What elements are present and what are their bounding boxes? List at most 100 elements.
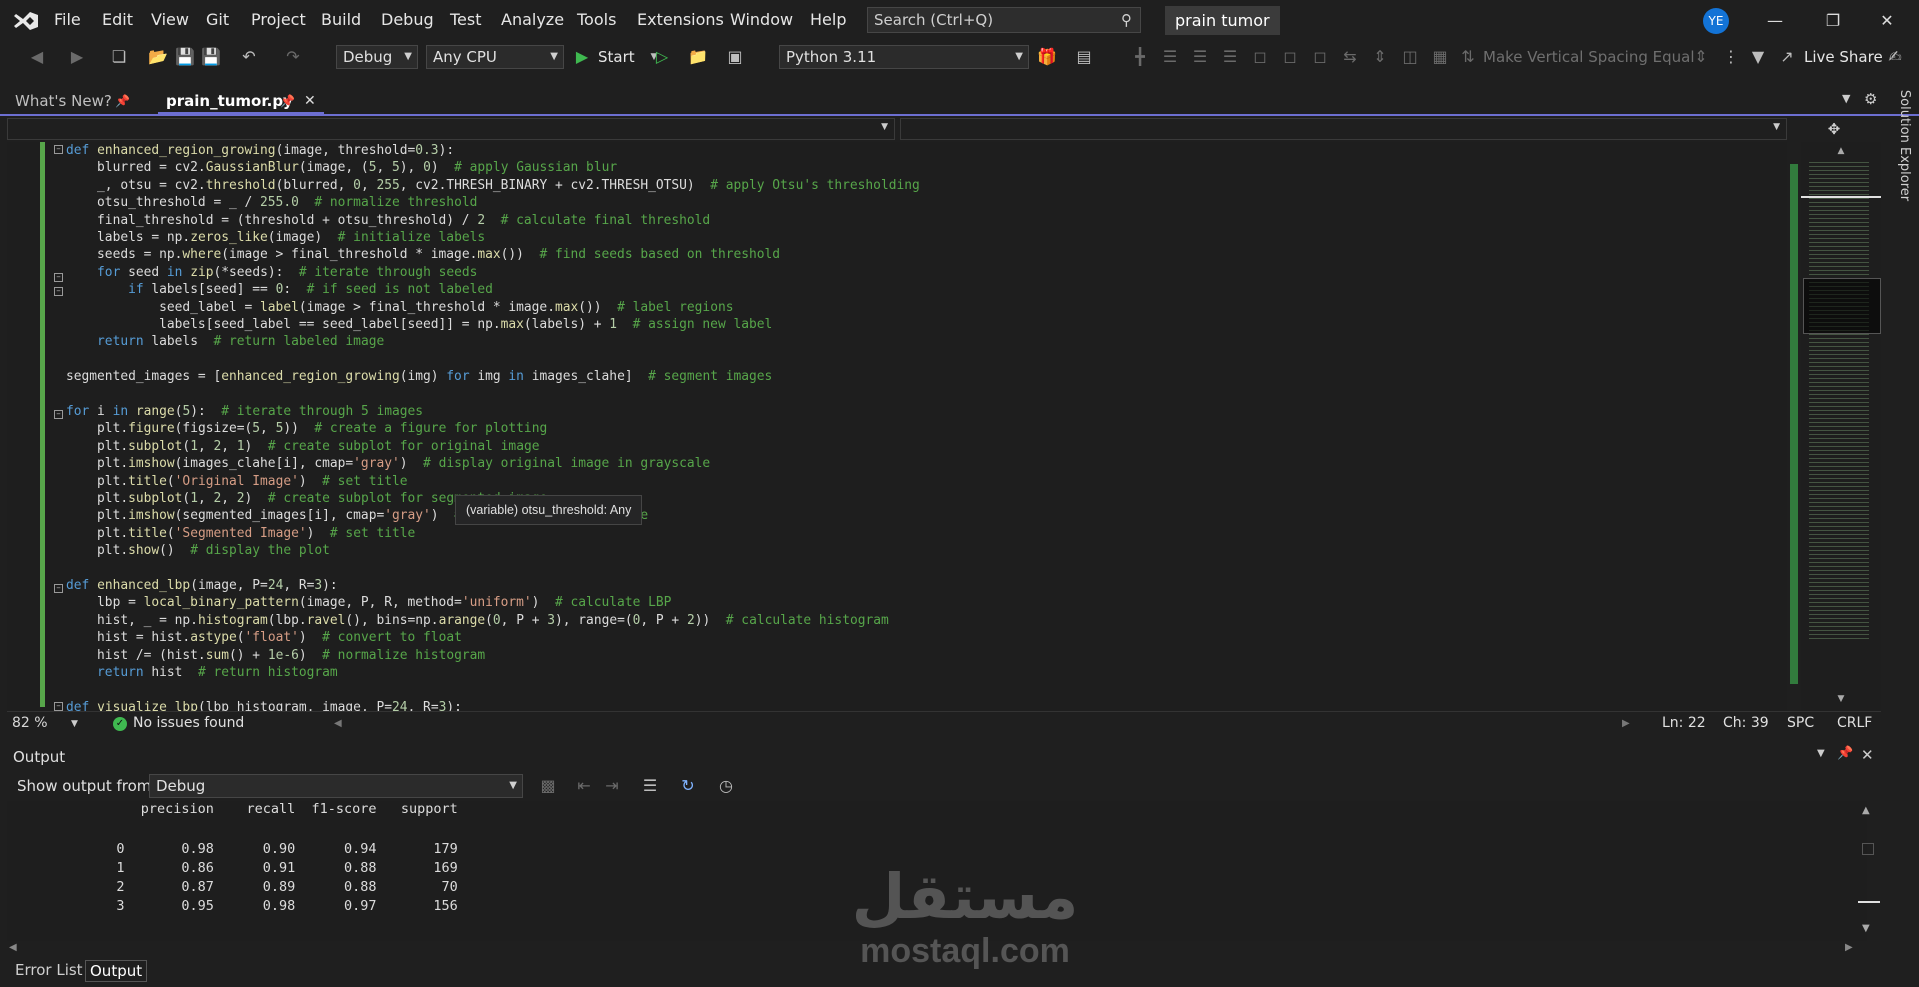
avatar[interactable]: YE: [1703, 8, 1729, 34]
align-bottom-icon[interactable]: ◻: [1310, 45, 1330, 69]
feedback-icon[interactable]: ✍: [1884, 45, 1906, 69]
make-same-height-icon[interactable]: ⇕: [1370, 45, 1390, 69]
scroll-right-icon[interactable]: ▶: [1622, 718, 1630, 729]
fold-icon[interactable]: –: [54, 145, 63, 154]
member-dropdown[interactable]: ▼: [900, 118, 1787, 140]
menu-analyze[interactable]: Analyze: [501, 10, 564, 29]
fold-icon[interactable]: –: [54, 287, 63, 296]
vertical-spacing-icon[interactable]: ⇅: [1458, 45, 1478, 69]
minimap[interactable]: ▲ ▼: [1801, 142, 1881, 711]
scope-dropdown[interactable]: ▼: [7, 118, 895, 140]
align-icon[interactable]: ╋: [1130, 45, 1150, 69]
menu-git[interactable]: Git: [206, 10, 229, 29]
scroll-right-icon[interactable]: ▶: [1845, 942, 1853, 953]
forward-icon[interactable]: ▶: [66, 45, 88, 69]
align-right-icon[interactable]: ☰: [1220, 45, 1240, 69]
undo-icon[interactable]: ↶: [238, 45, 260, 69]
editor-vertical-scrollbar[interactable]: [1787, 142, 1801, 711]
zoom-level[interactable]: 82 %: [12, 715, 48, 731]
fold-icon[interactable]: –: [54, 584, 63, 593]
scroll-up-icon[interactable]: ▲: [1801, 146, 1881, 158]
previous-message-icon[interactable]: ⇤: [573, 774, 595, 798]
menu-build[interactable]: Build: [321, 10, 361, 29]
save-all-icon[interactable]: 💾: [200, 45, 222, 69]
fold-icon[interactable]: –: [54, 702, 63, 711]
chevron-down-icon[interactable]: ▼: [71, 719, 78, 729]
align-left-icon[interactable]: ☰: [1160, 45, 1180, 69]
size-to-grid-icon[interactable]: ▦: [1430, 45, 1450, 69]
tab-list-dropdown-icon[interactable]: ▼: [1842, 92, 1850, 105]
config-dropdown[interactable]: Debug ▼: [336, 45, 418, 69]
split-editor-icon[interactable]: ✥: [1787, 117, 1881, 142]
align-top-icon[interactable]: ◻: [1250, 45, 1270, 69]
toolbar-overflow-icon[interactable]: ▼: [1748, 45, 1768, 69]
word-wrap-icon[interactable]: ↻: [677, 774, 699, 798]
start-without-debugging-icon[interactable]: ▷: [652, 45, 672, 69]
clear-all-icon[interactable]: ☰: [639, 774, 661, 798]
live-share-icon[interactable]: ↗: [1777, 45, 1797, 69]
menu-tools[interactable]: Tools: [577, 10, 616, 29]
menu-file[interactable]: File: [54, 10, 81, 29]
line-number[interactable]: Ln: 22: [1662, 715, 1706, 731]
issues-status[interactable]: No issues found: [133, 715, 244, 731]
menu-edit[interactable]: Edit: [102, 10, 133, 29]
open-folder-icon[interactable]: 📂: [146, 45, 170, 69]
start-button[interactable]: Start: [598, 45, 635, 69]
output-vertical-scrollbar[interactable]: ▲ ▼: [1858, 801, 1880, 941]
scroll-thumb[interactable]: [1862, 843, 1874, 855]
menu-extensions[interactable]: Extensions: [637, 10, 724, 29]
line-ending-mode[interactable]: CRLF: [1837, 715, 1872, 731]
restore-icon[interactable]: ❐: [1818, 8, 1848, 34]
live-share-button[interactable]: Live Share: [1804, 45, 1883, 69]
settings-gear-icon[interactable]: ⚙: [1864, 90, 1877, 108]
platform-dropdown[interactable]: Any CPU ▼: [426, 45, 564, 69]
make-same-width-icon[interactable]: ⇆: [1340, 45, 1360, 69]
save-icon[interactable]: 💾: [174, 45, 196, 69]
clock-icon[interactable]: ◷: [715, 774, 737, 798]
scroll-down-icon[interactable]: ▼: [1862, 923, 1870, 934]
menu-view[interactable]: View: [151, 10, 189, 29]
solution-explorer-side-tab[interactable]: Solution Explorer: [1887, 88, 1919, 208]
scroll-down-icon[interactable]: ▼: [1801, 694, 1881, 706]
close-tab-icon[interactable]: ✕: [304, 88, 316, 114]
panel-options-icon[interactable]: ▼: [1817, 748, 1825, 759]
new-project-icon[interactable]: ❏: [106, 45, 132, 69]
tab-prain-tumor-py[interactable]: prain_tumor.py 📌 ✕: [158, 88, 324, 114]
find-message-icon[interactable]: ▩: [537, 774, 559, 798]
scroll-left-icon[interactable]: ◀: [334, 718, 342, 729]
search-box[interactable]: Search (Ctrl+Q) ⚲: [867, 7, 1141, 33]
column-number[interactable]: Ch: 39: [1723, 715, 1769, 731]
minimap-viewport[interactable]: [1803, 278, 1881, 334]
increase-spacing-icon[interactable]: ⇕: [1690, 45, 1712, 69]
menu-window[interactable]: Window: [730, 10, 793, 29]
pin-icon[interactable]: 📌: [1837, 746, 1853, 761]
menu-test[interactable]: Test: [450, 10, 482, 29]
scroll-up-icon[interactable]: ▲: [1862, 805, 1870, 816]
scroll-left-icon[interactable]: ◀: [9, 942, 17, 953]
fold-icon[interactable]: –: [54, 273, 63, 282]
start-icon[interactable]: ▶: [572, 45, 592, 69]
layout-icon[interactable]: ▣: [722, 45, 748, 69]
make-vertical-spacing-equal-button[interactable]: Make Vertical Spacing Equal: [1483, 45, 1695, 69]
back-icon[interactable]: ◀: [26, 45, 48, 69]
pin-icon[interactable]: 📌: [115, 88, 130, 114]
minimize-icon[interactable]: —: [1760, 8, 1790, 34]
package-icon[interactable]: 🎁: [1036, 45, 1058, 69]
tab-output[interactable]: Output: [85, 960, 148, 982]
output-source-dropdown[interactable]: Debug ▼: [149, 774, 523, 798]
redo-icon[interactable]: ↷: [282, 45, 304, 69]
menu-project[interactable]: Project: [251, 10, 306, 29]
fold-icon[interactable]: –: [54, 410, 63, 419]
window-layout-icon[interactable]: ▤: [1072, 45, 1096, 69]
next-message-icon[interactable]: ⇥: [601, 774, 623, 798]
python-environment-dropdown[interactable]: Python 3.11 ▼: [779, 45, 1029, 69]
pin-icon[interactable]: 📌: [280, 88, 295, 114]
make-same-size-icon[interactable]: ◫: [1400, 45, 1420, 69]
align-center-icon[interactable]: ☰: [1190, 45, 1210, 69]
close-panel-icon[interactable]: ✕: [1861, 746, 1874, 764]
toolbar-options-icon[interactable]: ⋮: [1720, 45, 1742, 69]
menu-help[interactable]: Help: [810, 10, 846, 29]
tab-error-list[interactable]: Error List: [11, 960, 87, 980]
browse-folder-icon[interactable]: 📁: [686, 45, 710, 69]
close-icon[interactable]: ✕: [1872, 8, 1902, 34]
